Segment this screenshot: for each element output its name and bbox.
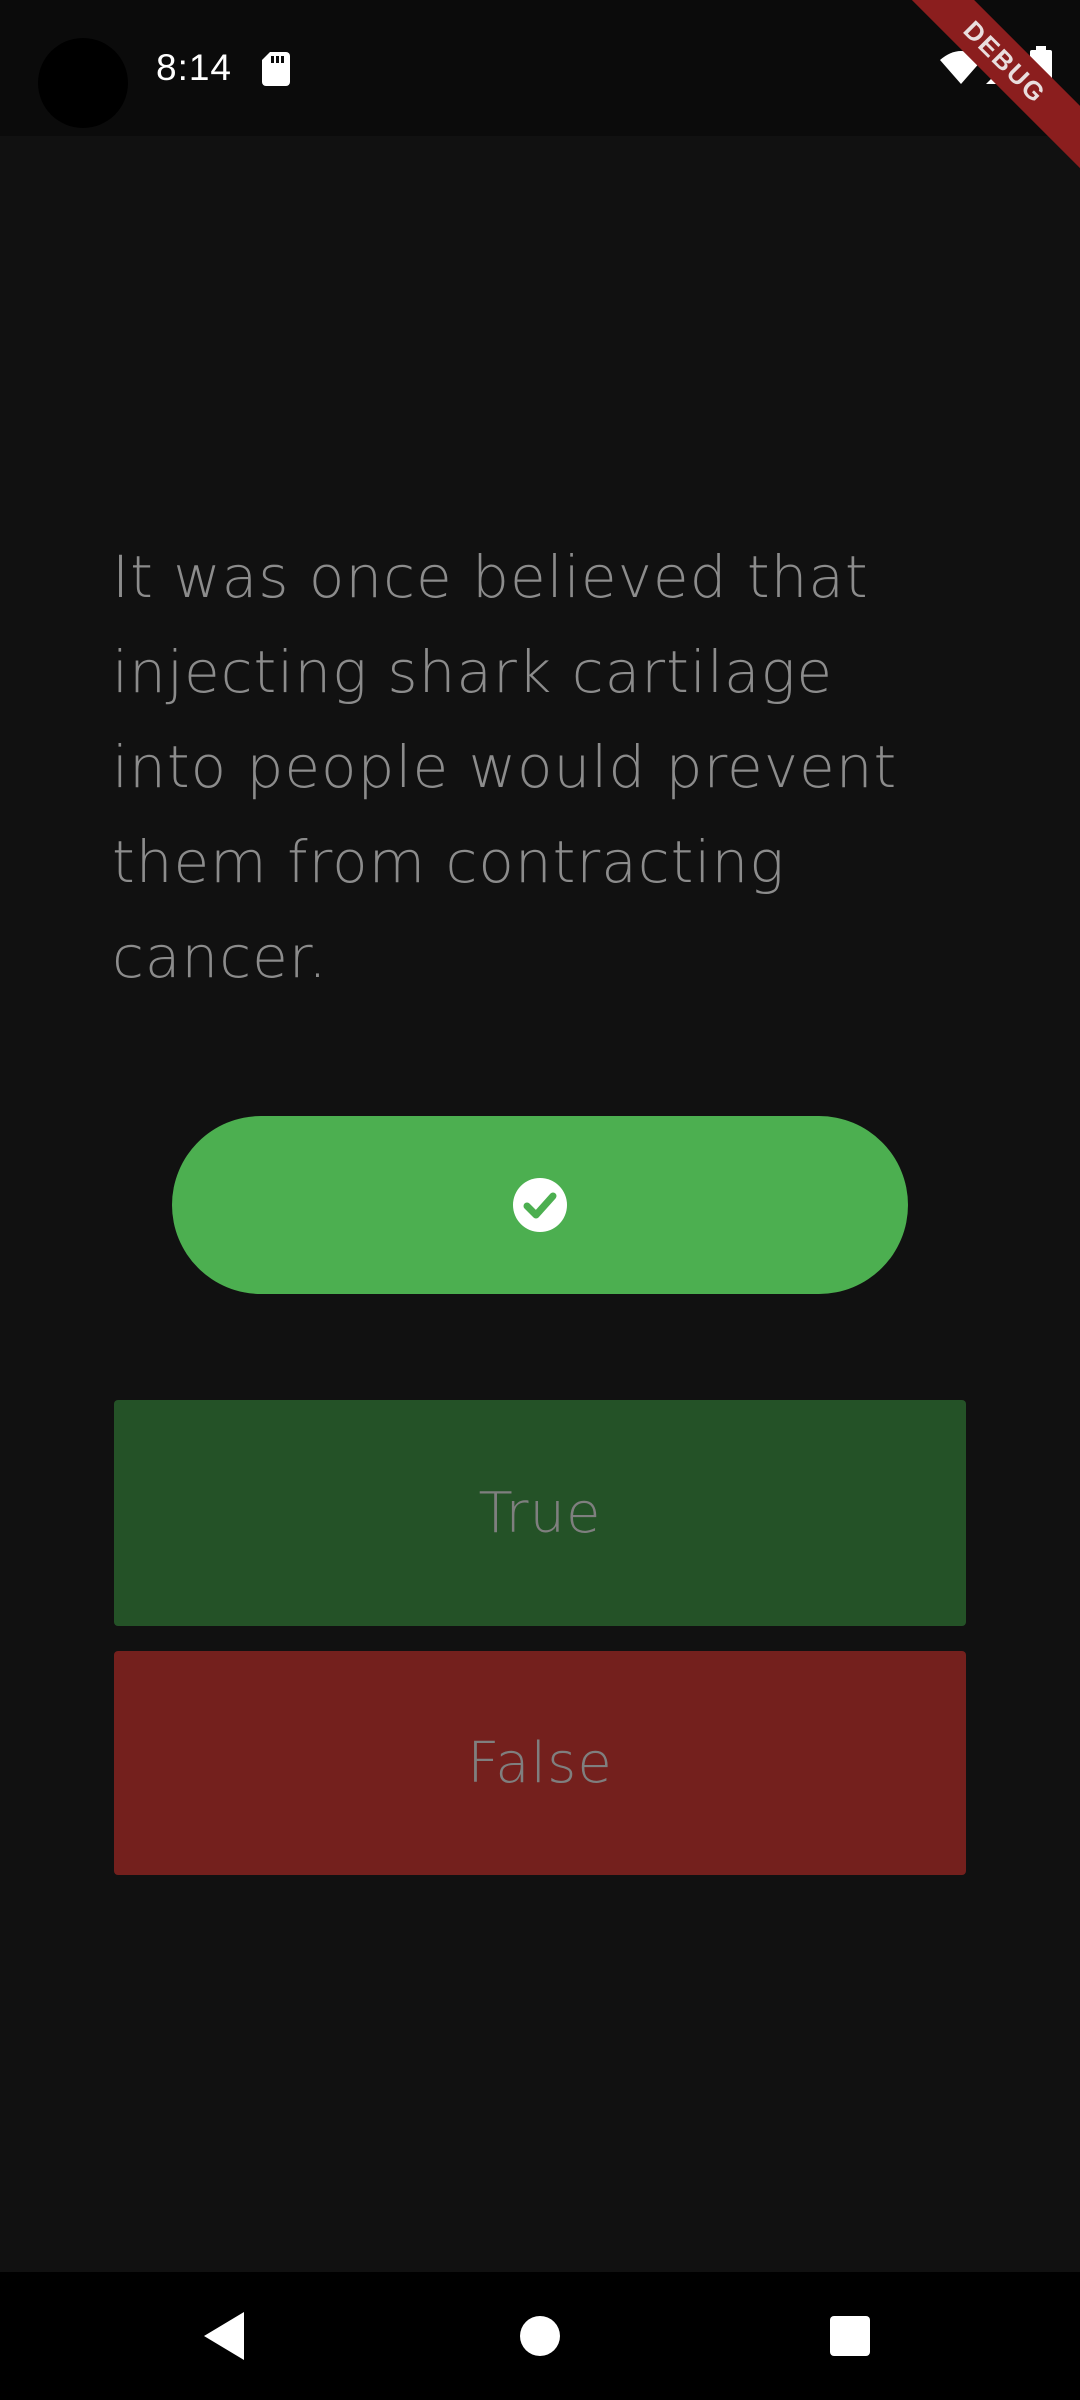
score-keeper xyxy=(172,1116,908,1294)
status-time: 8:14 xyxy=(156,47,233,88)
check-circle-icon xyxy=(513,1178,567,1232)
camera-cutout xyxy=(38,38,128,128)
navigation-bar xyxy=(0,2272,1080,2400)
recents-icon[interactable] xyxy=(830,2316,870,2356)
debug-banner: DEBUG xyxy=(886,0,1080,181)
home-icon[interactable] xyxy=(520,2316,560,2356)
status-bar: 8:14 DEBUG xyxy=(0,0,1080,181)
true-button[interactable]: True xyxy=(114,1400,966,1626)
sd-card-icon xyxy=(262,52,290,86)
quiz-screen: 8:14 DEBUG It was once believed that inj… xyxy=(0,0,1080,2400)
back-icon[interactable] xyxy=(204,2312,248,2360)
false-button[interactable]: False xyxy=(114,1651,966,1875)
question-text: It was once believed that injecting shar… xyxy=(112,543,898,991)
